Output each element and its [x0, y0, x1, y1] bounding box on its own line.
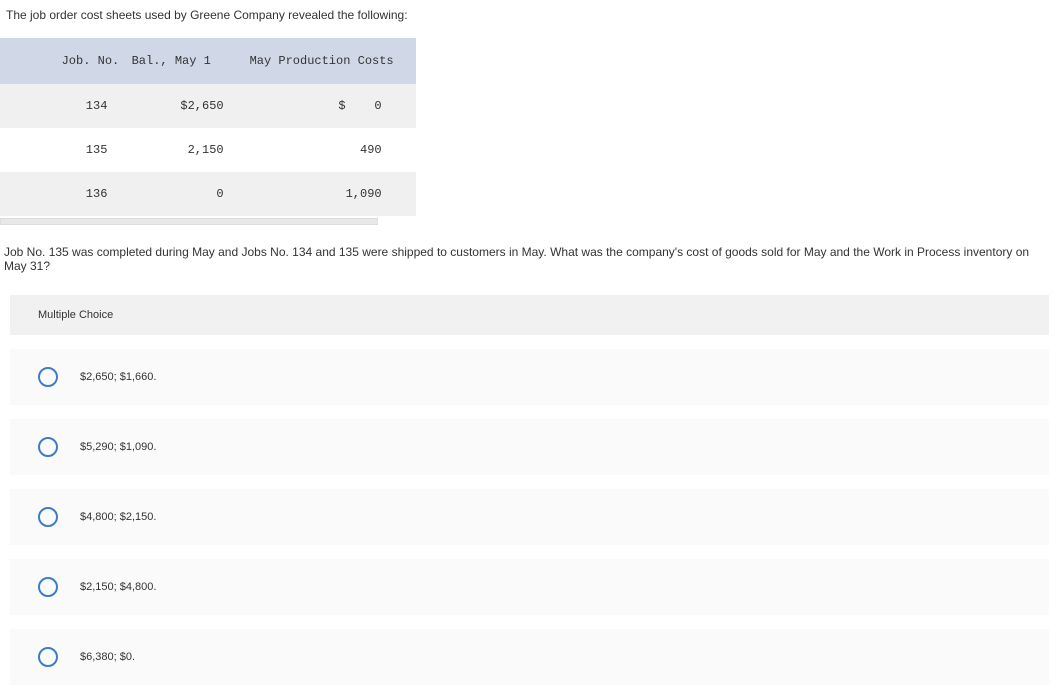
radio-icon[interactable]: [38, 367, 58, 387]
option-label: $6,380; $0.: [80, 651, 135, 663]
cell-prod: 1,090: [232, 187, 412, 201]
table-header-cell: Job. No.Bal., May 1May Production Costs: [0, 38, 416, 84]
question-body: Job No. 135 was completed during May and…: [4, 245, 1029, 273]
mc-option-4[interactable]: $2,150; $4,800.: [10, 559, 1049, 615]
table-row: 1352,150490: [0, 128, 416, 172]
option-label: $5,290; $1,090.: [80, 441, 156, 453]
mc-option-5[interactable]: $6,380; $0.: [10, 629, 1049, 685]
mc-option-2[interactable]: $5,290; $1,090.: [10, 419, 1049, 475]
cell-bal: 2,150: [132, 143, 232, 157]
table-row: 134$2,650$ 0: [0, 84, 416, 128]
cell-jobno: 135: [62, 143, 132, 157]
intro-text: The job order cost sheets used by Greene…: [6, 8, 408, 22]
header-balance: Bal., May 1: [132, 54, 232, 68]
header-jobno: Job. No.: [62, 54, 132, 68]
option-label: $4,800; $2,150.: [80, 511, 156, 523]
radio-icon[interactable]: [38, 437, 58, 457]
header-production: May Production Costs: [232, 54, 412, 68]
mc-option-3[interactable]: $4,800; $2,150.: [10, 489, 1049, 545]
option-label: $2,150; $4,800.: [80, 581, 156, 593]
job-cost-table: Job. No.Bal., May 1May Production Costs …: [0, 38, 416, 216]
table-cell: 13601,090: [0, 172, 416, 216]
cell-bal: $2,650: [132, 99, 232, 113]
table-scrollbar[interactable]: [0, 218, 378, 225]
option-label: $2,650; $1,660.: [80, 371, 156, 383]
radio-icon[interactable]: [38, 507, 58, 527]
cell-jobno: 136: [62, 187, 132, 201]
radio-icon[interactable]: [38, 647, 58, 667]
question-text: Job No. 135 was completed during May and…: [0, 225, 1059, 285]
data-table-wrapper: Job. No.Bal., May 1May Production Costs …: [0, 38, 1059, 225]
cell-prod: $ 0: [232, 99, 412, 113]
multiple-choice-header: Multiple Choice: [10, 295, 1049, 335]
table-header-row: Job. No.Bal., May 1May Production Costs: [0, 38, 416, 84]
table-cell: 134$2,650$ 0: [0, 84, 416, 128]
mc-header-label: Multiple Choice: [38, 309, 113, 321]
cell-jobno: 134: [62, 99, 132, 113]
question-intro: The job order cost sheets used by Greene…: [0, 0, 1059, 30]
cell-prod: 490: [232, 143, 412, 157]
mc-option-1[interactable]: $2,650; $1,660.: [10, 349, 1049, 405]
multiple-choice-container: Multiple Choice $2,650; $1,660. $5,290; …: [10, 295, 1049, 685]
table-row: 13601,090: [0, 172, 416, 216]
cell-bal: 0: [132, 187, 232, 201]
radio-icon[interactable]: [38, 577, 58, 597]
table-cell: 1352,150490: [0, 128, 416, 172]
